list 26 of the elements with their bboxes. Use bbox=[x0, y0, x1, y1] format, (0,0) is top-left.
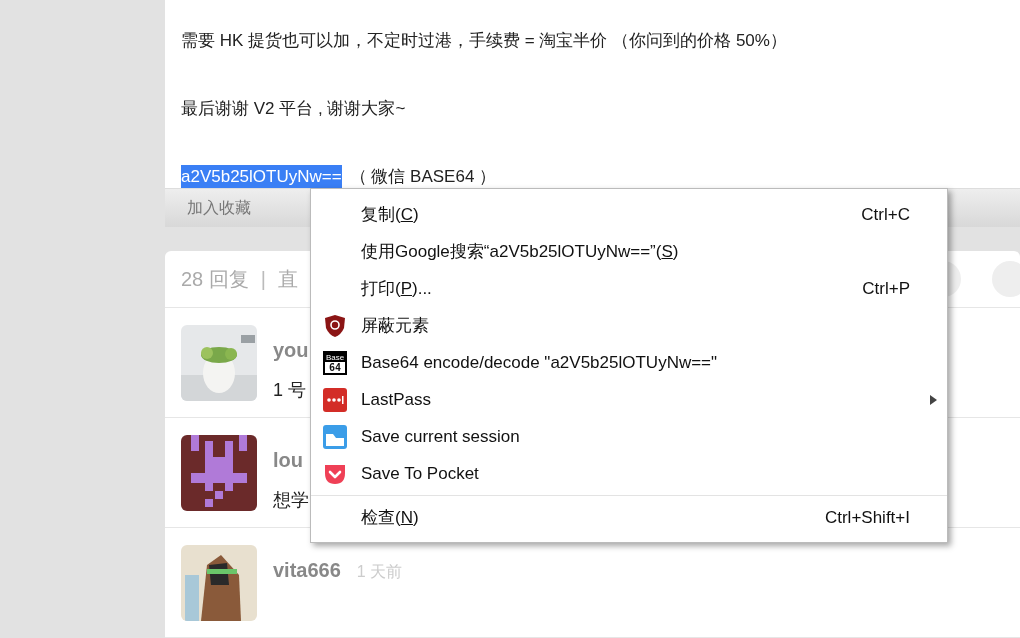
menu-item[interactable]: LastPass bbox=[311, 381, 947, 418]
username[interactable]: you bbox=[273, 335, 309, 365]
favorite-button[interactable]: 加入收藏 bbox=[187, 195, 251, 220]
selected-text: a2V5b25lOTUyNw== bbox=[181, 165, 342, 188]
submenu-arrow-icon bbox=[930, 394, 937, 405]
base64-icon: Base 64 bbox=[323, 350, 347, 375]
reply-text: 想学 bbox=[273, 489, 309, 512]
menu-item[interactable]: 检查(N) Ctrl+Shift+I bbox=[311, 499, 947, 536]
menu-item[interactable]: Base 64 Base64 encode/decode "a2V5b25lOTUyNw==" bbox=[311, 344, 947, 381]
username[interactable]: lou bbox=[273, 445, 303, 475]
menu-item[interactable]: 打印(P)... Ctrl+P bbox=[311, 270, 947, 307]
shield-icon bbox=[324, 313, 346, 338]
menu-item[interactable]: 复制(C) Ctrl+C bbox=[311, 196, 947, 233]
separator-text: | bbox=[260, 267, 266, 292]
menu-item[interactable]: 屏蔽元素 bbox=[311, 307, 947, 344]
reply-count: 28 回复 bbox=[181, 267, 249, 292]
menu-item[interactable]: Save current session bbox=[311, 418, 947, 455]
menu-item[interactable]: 使用Google搜索“a2V5b25lOTUyNw==”(S) bbox=[311, 233, 947, 270]
menu-item[interactable]: Save To Pocket bbox=[311, 455, 947, 492]
reply-text: 1 号 bbox=[273, 379, 307, 402]
dots-icon bbox=[323, 387, 347, 412]
post-text: 最后谢谢 V2 平台 , 谢谢大家~ bbox=[181, 98, 407, 120]
window-icon bbox=[323, 424, 347, 449]
username[interactable]: vita666 bbox=[273, 555, 341, 585]
post-text: （ 微信 BASE64 ） bbox=[349, 166, 497, 188]
post-text: 需要 HK 提货也可以加，不定时过港，手续费 = 淘宝半价 （你问到的价格 50%） bbox=[181, 30, 788, 52]
